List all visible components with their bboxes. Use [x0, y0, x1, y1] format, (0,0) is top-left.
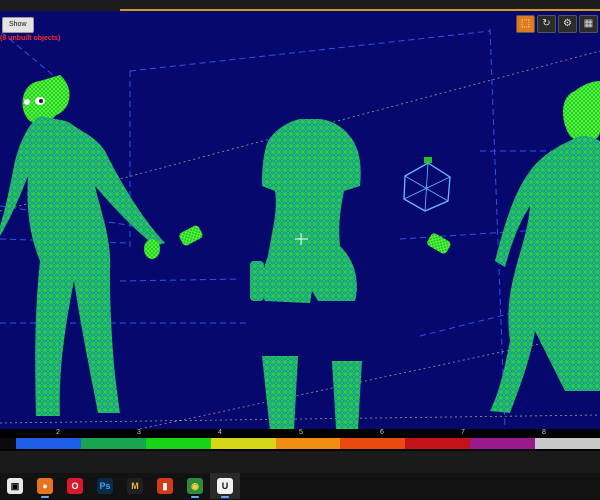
viewport-toolbar: ⬚ ↻ ⚙ ▦ [516, 15, 598, 33]
taskbar-upper-strip [0, 451, 600, 473]
os-taskbar: ▣ ● O Ps M ▮ ◉ U [0, 451, 600, 500]
opera-glyph: O [67, 478, 83, 494]
character-left-mesh [0, 75, 203, 416]
outfit-center-mesh [250, 119, 362, 429]
unbuilt-objects-warning: (8 unbuilt objects) [0, 35, 61, 42]
character-right-mesh [490, 81, 600, 413]
photoshop-icon[interactable]: Ps [90, 473, 120, 499]
tick-label: 5 [299, 429, 303, 436]
snap-icon[interactable]: ⚙ [558, 15, 577, 33]
complexity-band [470, 438, 536, 449]
level-viewport[interactable]: Show (8 unbuilt objects) ⬚ ↻ ⚙ ▦ [0, 11, 600, 429]
tick-label: 2 [56, 429, 60, 436]
tick-label: 6 [380, 429, 384, 436]
complexity-color-bands [16, 438, 600, 449]
grid-glyph: ▦ [583, 18, 594, 29]
perspective-icon[interactable]: ⬚ [516, 15, 535, 33]
rotate-icon[interactable]: ↻ [537, 15, 556, 33]
windows-start-glyph: ▣ [7, 478, 23, 494]
windows-start-icon[interactable]: ▣ [0, 473, 30, 499]
office-glyph: ▮ [157, 478, 173, 494]
marmoset-icon[interactable]: M [120, 473, 150, 499]
office-icon[interactable]: ▮ [150, 473, 180, 499]
complexity-band [80, 438, 146, 449]
shader-complexity-bar: 2 3 4 5 6 7 8 [0, 429, 600, 451]
marmoset-glyph: M [127, 478, 143, 494]
snap-glyph: ⚙ [563, 18, 572, 29]
tick-label: 4 [218, 429, 222, 436]
complexity-band [340, 438, 406, 449]
perspective-glyph: ⬚ [520, 18, 531, 29]
wireframe-scene[interactable] [0, 11, 600, 429]
firefox-glyph: ● [37, 478, 53, 494]
tick-label: 8 [542, 429, 546, 436]
complexity-band [405, 438, 471, 449]
tick-label: 3 [137, 429, 141, 436]
complexity-band [275, 438, 341, 449]
complexity-band-start [0, 438, 16, 449]
floating-prop-mesh [403, 157, 451, 254]
complexity-band [535, 438, 600, 449]
photoshop-glyph: Ps [97, 478, 113, 494]
app-window: Show (8 unbuilt objects) ⬚ ↻ ⚙ ▦ 2 3 4 5… [0, 0, 600, 500]
opera-icon[interactable]: O [60, 473, 90, 499]
tick-label: 7 [461, 429, 465, 436]
chrome-icon[interactable]: ◉ [180, 473, 210, 499]
show-button[interactable]: Show [2, 17, 34, 33]
grid-icon[interactable]: ▦ [579, 15, 598, 33]
editor-title-strip [0, 0, 600, 11]
complexity-ticks: 2 3 4 5 6 7 8 [0, 429, 600, 438]
firefox-icon[interactable]: ● [30, 473, 60, 499]
complexity-band [210, 438, 276, 449]
chrome-glyph: ◉ [187, 478, 203, 494]
taskbar-icons: ▣ ● O Ps M ▮ ◉ U [0, 473, 240, 499]
complexity-band [145, 438, 211, 449]
unreal-engine-glyph: U [217, 478, 233, 494]
rotate-glyph: ↻ [542, 18, 551, 29]
complexity-band [16, 438, 81, 449]
unreal-engine-icon[interactable]: U [210, 473, 240, 499]
